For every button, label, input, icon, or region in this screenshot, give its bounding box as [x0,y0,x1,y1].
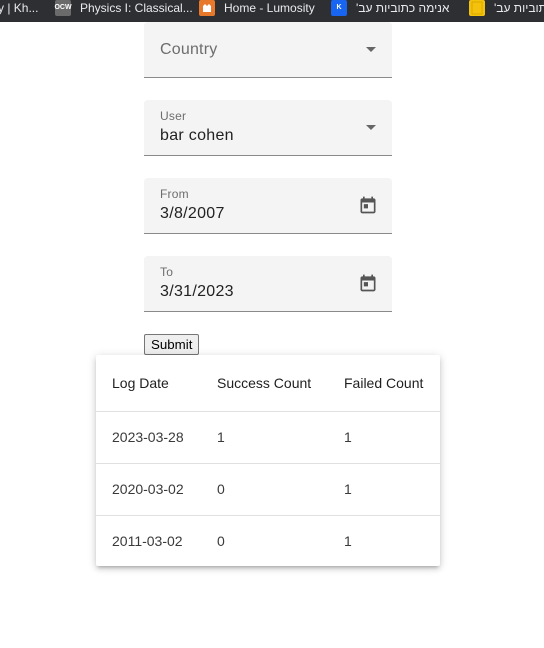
calendar-icon[interactable] [358,273,378,293]
chevron-down-icon [366,125,376,130]
cell-success-count: 0 [217,463,344,516]
bookmarks-bar: y | Kh... OCW Physics I: Classical... Ho… [0,0,544,22]
log-table-card: Log Date Success Count Failed Count 2023… [96,355,440,566]
country-placeholder: Country [160,41,218,58]
bookmark-label: Physics I: Classical... [80,1,193,15]
table-row: 2011-03-02 0 1 [96,515,440,566]
cell-failed-count: 1 [344,533,352,550]
to-value: 3/31/2023 [160,283,234,300]
folder-doc-icon [469,0,485,16]
cell-success-count: 0 [217,533,225,550]
to-date-field[interactable]: To 3/31/2023 [144,256,392,312]
lumosity-icon [199,0,215,16]
cell-success-count: 1 [217,411,344,464]
column-header-success-count[interactable]: Success Count [217,355,344,412]
bookmark-lumosity[interactable]: Home - Lumosity [199,0,315,22]
from-date-field[interactable]: From 3/8/2007 [144,178,392,234]
chevron-down-icon [366,47,376,52]
column-header-log-date[interactable]: Log Date [96,355,217,412]
bookmark-khan[interactable]: y | Kh... [0,0,38,22]
to-label: To [160,265,174,279]
table-row: 2020-03-02 0 1 [96,463,440,516]
user-select[interactable]: User bar cohen [144,100,392,156]
calendar-icon[interactable] [358,195,378,215]
cell-log-date: 2020-03-02 [96,463,217,516]
bookmark-label: כתוביות עב' [494,1,544,15]
column-header-failed-count[interactable]: Failed Count [344,355,440,412]
user-value: bar cohen [160,127,234,144]
bookmark-physics[interactable]: OCW Physics I: Classical... [54,0,193,22]
cell-failed-count: 1 [344,463,440,516]
bookmark-label: Home - Lumosity [224,1,315,15]
from-label: From [160,187,189,201]
table-header-row: Log Date Success Count Failed Count [96,355,440,412]
table-row: 2023-03-28 1 1 [96,411,440,464]
mit-ocw-icon: OCW [54,0,72,16]
bookmark-label: אנימה כתוביות עב' [356,1,450,15]
bookmark-label: y | Kh... [0,1,39,15]
from-value: 3/8/2007 [160,205,225,222]
cell-failed-count: 1 [344,411,440,464]
country-select[interactable]: Country [144,22,392,78]
user-label: User [160,109,187,123]
submit-button[interactable]: Submit [144,334,200,355]
cell-log-date: 2023-03-28 [96,411,217,464]
bookmark-anime-subs[interactable]: K אנימה כתוביות עב' [331,0,449,22]
cell-log-date: 2011-03-02 [112,533,183,550]
log-table: Log Date Success Count Failed Count 2023… [96,355,440,566]
k-icon: K [331,0,347,16]
bookmark-subs[interactable]: כתוביות עב' [469,0,544,22]
